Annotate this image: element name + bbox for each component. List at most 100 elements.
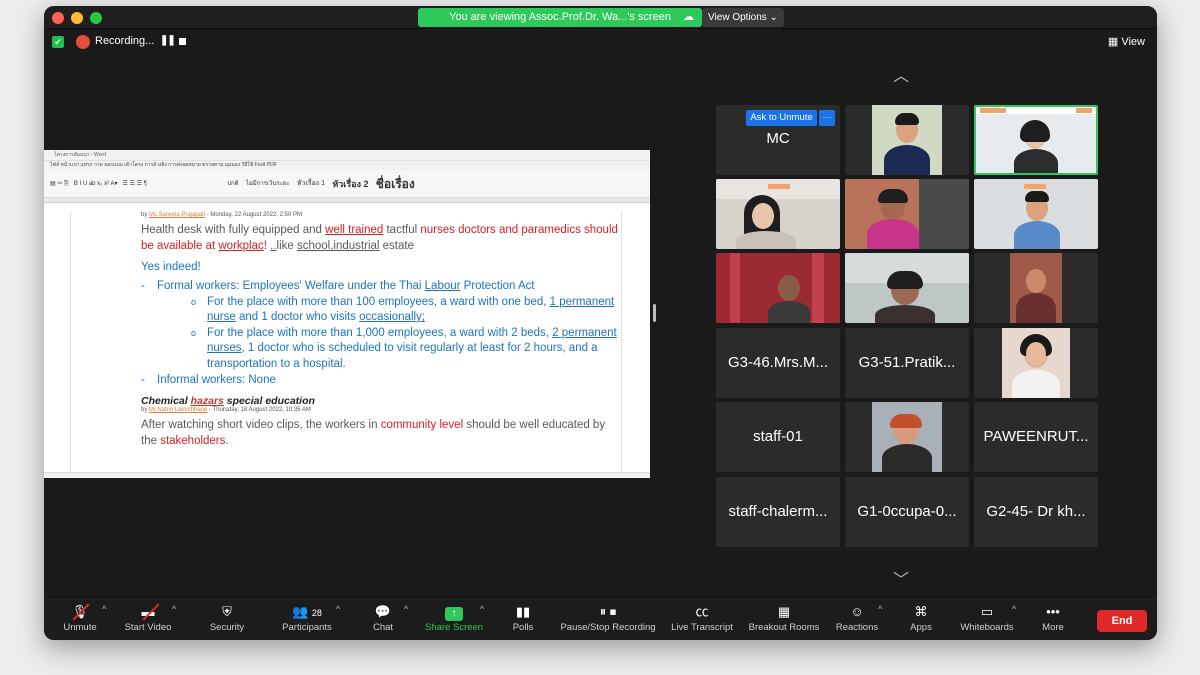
unmute-label: Unmute: [63, 622, 97, 633]
participant-video-tile[interactable]: [845, 179, 969, 249]
style-heading-2: หัวเรื่อง 2: [332, 179, 369, 189]
participant-video-tile-active-speaker[interactable]: [974, 105, 1098, 175]
stop-recording-icon[interactable]: [179, 38, 186, 45]
sub1-a: For the place with more than 100 employe…: [207, 295, 550, 308]
more-options-button[interactable]: ···: [819, 110, 835, 126]
pause-stop-icon: ⏸ ⏹: [599, 604, 617, 619]
caret-up-icon[interactable]: ^: [1012, 604, 1016, 614]
security-shield-icon[interactable]: ✔: [52, 36, 64, 48]
participant-tile[interactable]: G3-46.Mrs.M...: [716, 328, 840, 398]
participants-button[interactable]: 👥 28 Participants ^: [276, 602, 340, 639]
share-screen-button[interactable]: ↑ Share Screen ^: [424, 602, 484, 639]
whiteboard-icon: ▭: [980, 604, 994, 619]
participant-tile[interactable]: staff-chalerm...: [716, 477, 840, 547]
participant-video-tile[interactable]: [716, 253, 840, 323]
share-screen-icon: ↑: [424, 602, 484, 622]
start-video-label: Start Video: [124, 622, 172, 633]
video-feed: [872, 105, 942, 175]
ribbon-font-group: ▤ ✂ ⎘ B I U ab x₂ x² A▾ ☰ ☰ ☰ ¶: [50, 181, 147, 187]
participant-tile[interactable]: staff-01: [716, 402, 840, 472]
participants-count: 28: [311, 608, 322, 618]
participant-video-tile[interactable]: [974, 253, 1098, 323]
gallery-down-chevron-icon[interactable]: ﹀: [888, 566, 914, 590]
pause-recording-icon[interactable]: ❚❚: [160, 35, 176, 46]
participant-photo-tile[interactable]: [845, 402, 969, 472]
participant-video-tile[interactable]: [845, 105, 969, 175]
title-bar: You are viewing Assoc.Prof.Dr. Wa...'s s…: [44, 6, 1157, 29]
start-video-button[interactable]: ▬ Start Video ^: [120, 602, 177, 639]
polls-button[interactable]: ▮▮ Polls: [510, 602, 536, 639]
participant-video-tile[interactable]: [716, 179, 840, 249]
more-button[interactable]: ••• More: [1038, 602, 1068, 639]
ask-to-unmute-button[interactable]: Ask to Unmute: [746, 110, 817, 126]
minimize-window-button[interactable]: [71, 12, 83, 24]
breakout-rooms-button[interactable]: ▦ Breakout Rooms: [746, 602, 822, 639]
caret-up-icon[interactable]: ^: [480, 604, 484, 614]
security-button[interactable]: ⛨ Security: [206, 602, 248, 639]
heading-b: hazars: [190, 395, 224, 408]
paragraph-2: After watching short video clips, the wo…: [141, 417, 621, 449]
caret-up-icon[interactable]: ^: [404, 604, 408, 614]
split-divider-handle[interactable]: [653, 304, 656, 322]
pause-stop-recording-button[interactable]: ⏸ ⏹ Pause/Stop Recording: [558, 602, 658, 639]
end-meeting-button[interactable]: End: [1097, 610, 1147, 632]
participant-name: G3-46.Mrs.M...: [727, 354, 828, 371]
participant-tile-mc[interactable]: Ask to Unmute ··· MC: [716, 105, 840, 175]
chat-icon: 💬: [374, 604, 392, 619]
style-title: ชื่อเรื่อง: [375, 177, 415, 191]
participants-icon: 👥 28: [292, 604, 322, 619]
sub2-a: For the place with more than 1,000 emplo…: [207, 326, 553, 339]
more-label: More: [1042, 622, 1064, 633]
gallery-up-chevron-icon[interactable]: ︿: [888, 62, 914, 86]
p2-text-e: .: [225, 435, 229, 448]
participant-photo-tile[interactable]: [974, 328, 1098, 398]
reactions-button[interactable]: ☺ Reactions ^: [834, 602, 882, 639]
caret-up-icon[interactable]: ^: [102, 604, 106, 614]
style-heading-1: หัวเรื่อง 1: [296, 180, 326, 187]
section-heading: Chemical hazars special education: [141, 395, 621, 407]
word-status-bar: [44, 472, 650, 478]
participant-video-tile[interactable]: [974, 179, 1098, 249]
caret-up-icon[interactable]: ^: [172, 604, 176, 614]
chat-button[interactable]: 💬 Chat ^: [370, 602, 408, 639]
participant-name: staff-01: [753, 428, 803, 445]
post-meta-1: by Ms.Sareeta Prajapati - Monday, 22 Aug…: [141, 212, 621, 218]
share-screen-label: Share Screen: [424, 622, 484, 633]
apps-label: Apps: [910, 622, 932, 633]
view-button[interactable]: ▦ View: [1108, 35, 1145, 48]
word-ribbon: ▤ ✂ ⎘ B I U ab x₂ x² A▾ ☰ ☰ ☰ ¶ ปกติ ไม่…: [44, 170, 650, 198]
screen-share-banner-text: You are viewing Assoc.Prof.Dr. Wa...'s s…: [449, 11, 671, 23]
caret-up-icon[interactable]: ^: [878, 604, 882, 614]
polls-label: Polls: [512, 622, 534, 633]
more-dots-icon: •••: [1046, 604, 1060, 619]
zoom-window: You are viewing Assoc.Prof.Dr. Wa...'s s…: [44, 6, 1157, 640]
p1-text-a: Health desk with fully equipped and: [141, 224, 326, 236]
author-link-1: Ms.Sareeta Prajapati: [149, 212, 206, 218]
live-transcript-button[interactable]: ㏄ Live Transcript: [668, 602, 736, 639]
p1-text-b: well trained: [325, 224, 384, 236]
author-link-2: Mr.Nabin Lamichhane: [149, 407, 208, 414]
video-feed: [1010, 253, 1062, 323]
participant-video-tile[interactable]: [845, 253, 969, 323]
caret-up-icon[interactable]: ^: [336, 604, 340, 614]
whiteboards-button[interactable]: ▭ Whiteboards ^: [958, 602, 1016, 639]
heading-c: special education: [223, 395, 315, 408]
unmute-button[interactable]: 🎙 Unmute ^: [58, 602, 106, 639]
participant-name: MC: [766, 130, 790, 147]
p1-text-i: school,industrial: [297, 240, 380, 252]
p1-text-c: tactful: [383, 224, 421, 236]
participant-name: G3-51.Pratik...: [858, 354, 956, 371]
view-options-button[interactable]: View Options ⌄: [702, 8, 784, 27]
participant-tile[interactable]: G2-45- Dr kh...: [974, 477, 1098, 547]
fullscreen-window-button[interactable]: [90, 12, 102, 24]
view-label: View: [1121, 36, 1145, 48]
participant-tile[interactable]: G1-0ccupa-0...: [845, 477, 969, 547]
apps-button[interactable]: ⌘ Apps: [906, 602, 936, 639]
participant-tile[interactable]: PAWEENRUT...: [974, 402, 1098, 472]
p1-text-j: estate: [379, 240, 414, 252]
shield-icon: ⛨: [222, 604, 232, 619]
participant-name: G1-0ccupa-0...: [857, 503, 957, 520]
close-window-button[interactable]: [52, 12, 64, 24]
microphone-muted-icon: 🎙: [58, 602, 102, 622]
participant-tile[interactable]: G3-51.Pratik...: [845, 328, 969, 398]
